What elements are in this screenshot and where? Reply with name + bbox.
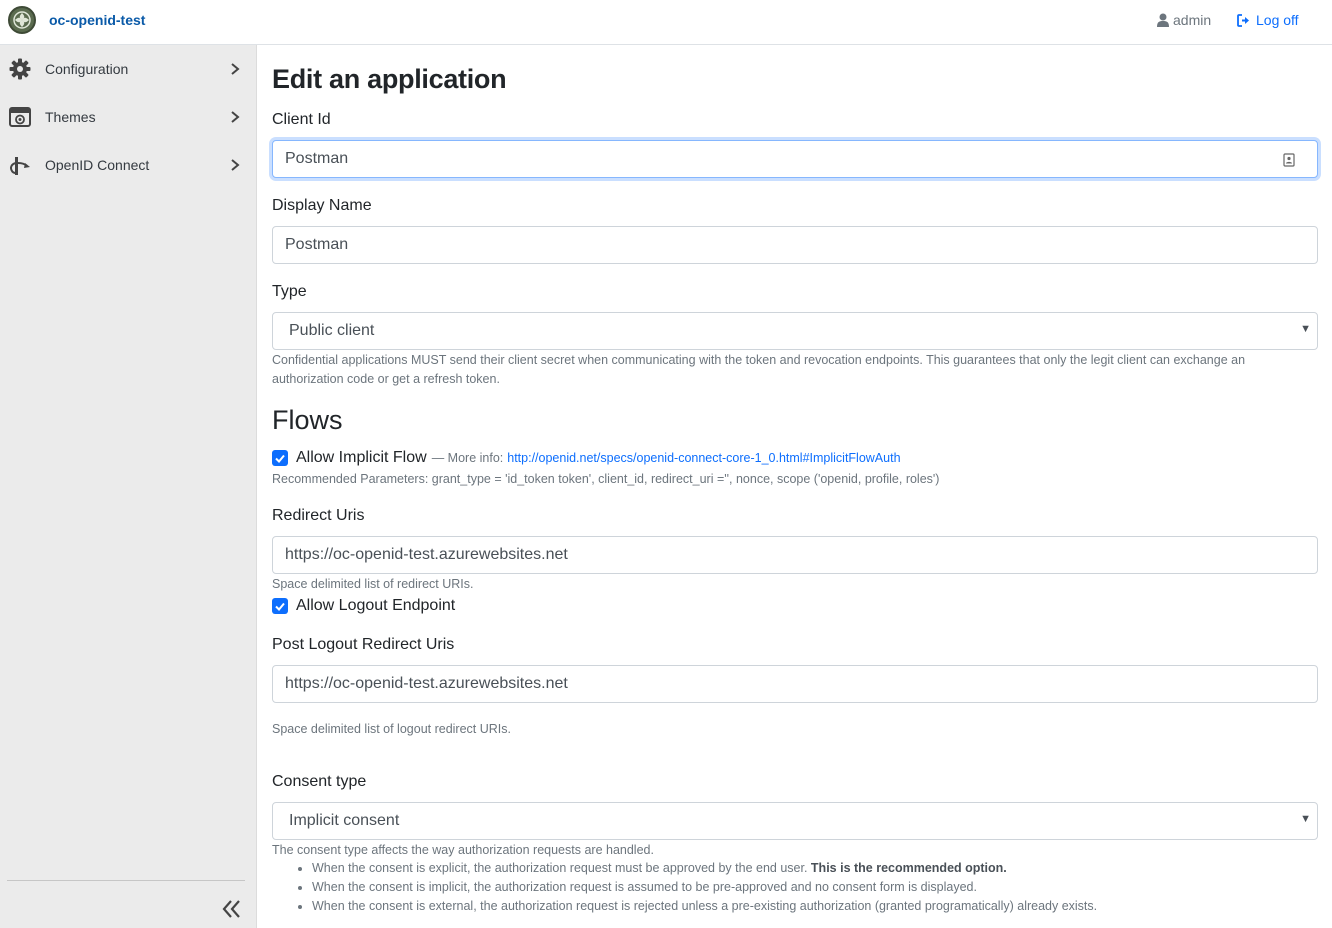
sidebar-item-openid-connect[interactable]: OpenID Connect xyxy=(0,141,257,189)
type-label: Type xyxy=(272,283,307,300)
consent-type-select[interactable]: Implicit consent ▼ xyxy=(272,802,1318,840)
sidebar-item-label: Configuration xyxy=(45,61,129,77)
brand-logo-icon xyxy=(8,6,36,34)
logoff-link[interactable]: Log off xyxy=(1237,12,1299,28)
logout-endpoint-checkbox[interactable] xyxy=(272,598,288,614)
post-logout-help: Space delimited list of logout redirect … xyxy=(272,722,511,736)
type-selected-value: Public client xyxy=(289,322,375,339)
openid-icon xyxy=(9,154,31,176)
themes-icon xyxy=(9,106,31,128)
consent-options-list: When the consent is explicit, the author… xyxy=(296,859,1097,916)
user-menu[interactable]: admin xyxy=(1157,12,1211,28)
client-id-value: Postman xyxy=(285,150,349,167)
sidebar-item-label: OpenID Connect xyxy=(45,157,150,173)
logoff-label: Log off xyxy=(1256,12,1299,28)
implicit-flow-checkbox[interactable] xyxy=(272,450,288,466)
consent-help-text: The consent type affects the way authori… xyxy=(272,843,654,857)
sidebar-item-label: Themes xyxy=(45,109,96,125)
consent-selected-value: Implicit consent xyxy=(289,812,400,829)
sidebar-item-configuration[interactable]: Configuration xyxy=(0,45,257,93)
chevron-right-icon xyxy=(231,63,240,75)
list-item: When the consent is external, the author… xyxy=(312,897,1097,916)
redirect-uris-value: https://oc-openid-test.azurewebsites.net xyxy=(285,546,568,563)
implicit-flow-row: Allow Implicit Flow — More info: http://… xyxy=(272,449,901,467)
page-title: Edit an application xyxy=(272,64,507,94)
implicit-flow-recommended: Recommended Parameters: grant_type = 'id… xyxy=(272,472,940,486)
more-info-text: — More info: xyxy=(431,451,504,465)
redirect-uris-input[interactable]: https://oc-openid-test.azurewebsites.net xyxy=(272,536,1318,574)
post-logout-input[interactable]: https://oc-openid-test.azurewebsites.net xyxy=(272,665,1318,703)
sign-out-icon xyxy=(1237,13,1249,27)
chevron-right-icon xyxy=(231,159,240,171)
logout-endpoint-row: Allow Logout Endpoint xyxy=(272,597,455,615)
sidebar-item-themes[interactable]: Themes xyxy=(0,93,257,141)
dropdown-arrow-icon: ▼ xyxy=(1300,323,1311,335)
sidebar-divider xyxy=(7,880,245,881)
dropdown-arrow-icon: ▼ xyxy=(1300,813,1311,825)
list-item: When the consent is implicit, the author… xyxy=(312,878,1097,897)
flows-heading: Flows xyxy=(272,405,343,435)
app-name: oc-openid-test xyxy=(49,12,146,28)
display-name-input[interactable]: Postman xyxy=(272,226,1318,264)
gear-icon xyxy=(9,58,31,80)
contact-card-icon[interactable] xyxy=(1283,153,1295,167)
top-bar: oc-openid-test admin Log off xyxy=(0,0,1332,45)
client-id-input[interactable]: Postman xyxy=(272,140,1318,178)
check-icon xyxy=(275,602,285,611)
type-help-text: Confidential applications MUST send thei… xyxy=(272,353,1246,386)
check-icon xyxy=(275,454,285,463)
display-name-value: Postman xyxy=(285,236,349,253)
type-select[interactable]: Public client ▼ xyxy=(272,312,1318,350)
user-icon xyxy=(1157,13,1169,27)
collapse-sidebar-icon[interactable] xyxy=(220,897,244,921)
redirect-uris-label: Redirect Uris xyxy=(272,507,365,524)
post-logout-value: https://oc-openid-test.azurewebsites.net xyxy=(285,675,568,692)
display-name-label: Display Name xyxy=(272,197,372,214)
consent-type-label: Consent type xyxy=(272,773,367,790)
sidebar: Configuration Themes OpenID Connect xyxy=(0,45,257,928)
brand[interactable]: oc-openid-test xyxy=(8,6,145,34)
user-label: admin xyxy=(1173,12,1212,28)
client-id-label: Client Id xyxy=(272,111,331,128)
post-logout-label: Post Logout Redirect Uris xyxy=(272,636,455,653)
logout-endpoint-label: Allow Logout Endpoint xyxy=(296,597,456,614)
redirect-uris-help: Space delimited list of redirect URIs. xyxy=(272,577,474,591)
chevron-right-icon xyxy=(231,111,240,123)
implicit-flow-link[interactable]: http://openid.net/specs/openid-connect-c… xyxy=(507,451,900,465)
implicit-flow-label: Allow Implicit Flow xyxy=(296,449,427,466)
list-item: When the consent is explicit, the author… xyxy=(312,859,1097,878)
